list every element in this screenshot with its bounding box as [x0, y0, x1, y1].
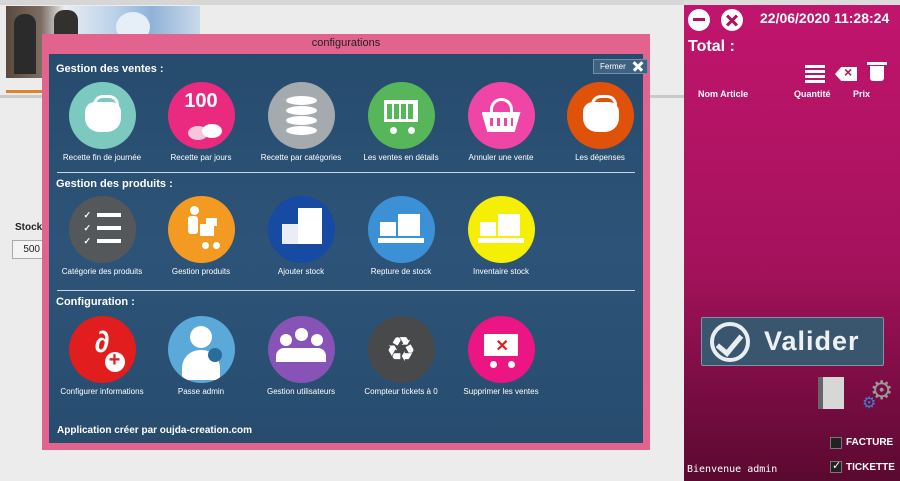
- tile-inventaire-stock[interactable]: Inventaire stock: [441, 196, 561, 276]
- section-title-produits: Gestion des produits :: [56, 178, 173, 190]
- configurations-dialog: configurations Fermer Gestion des ventes…: [42, 34, 650, 450]
- dialog-title: configurations: [311, 37, 381, 49]
- column-header-quantity: Quantité: [794, 89, 831, 99]
- notebook-icon[interactable]: [818, 377, 844, 409]
- stock-label: Stock: [15, 222, 43, 233]
- valider-label: Valider: [764, 326, 860, 356]
- datetime-display: 22/06/2020 11:28:24: [760, 10, 890, 26]
- trash-icon[interactable]: [867, 61, 887, 81]
- active-tab-indicator: [6, 90, 42, 93]
- column-header-name: Nom Article: [698, 89, 749, 99]
- money-icon: 100: [184, 90, 218, 112]
- footer-credit: Application créer par oujda-creation.com: [57, 425, 253, 436]
- section-divider: [57, 172, 635, 173]
- users-key-icon: [267, 316, 335, 383]
- boxes-icon: [267, 196, 335, 263]
- close-x-icon: [632, 61, 643, 72]
- dialog-body: Fermer Gestion des ventes : Recette fin …: [49, 54, 648, 443]
- pallet-icon: [467, 196, 535, 263]
- close-icon[interactable]: [721, 9, 743, 31]
- cart-delete-icon: ✕: [467, 316, 535, 383]
- basket-icon: [467, 82, 535, 149]
- minimize-icon[interactable]: [688, 9, 710, 31]
- small-gear-icon: ⚙: [862, 395, 877, 412]
- purse-icon: [84, 95, 121, 132]
- fermer-label: Fermer: [600, 62, 626, 71]
- section-title-configuration: Configuration :: [56, 296, 135, 308]
- backspace-icon[interactable]: [835, 67, 857, 81]
- list-icon[interactable]: [805, 65, 825, 83]
- hand-truck-icon: [167, 196, 235, 263]
- cart-icon: [367, 82, 435, 149]
- welcome-text: Bienvenue admin: [687, 464, 778, 475]
- database-icon: [267, 82, 335, 149]
- valider-button[interactable]: Valider: [701, 317, 884, 366]
- user-key-icon: [167, 316, 235, 383]
- fermer-button[interactable]: Fermer: [593, 59, 648, 74]
- checklist-icon: ✓ ✓ ✓: [68, 196, 136, 263]
- purse-icon: [582, 95, 619, 132]
- tile-supprimer-ventes[interactable]: ✕ Supprimer les ventes: [441, 316, 561, 396]
- facture-label: FACTURE: [846, 437, 894, 448]
- top-strip: [0, 0, 684, 5]
- column-header-price: Prix: [853, 89, 871, 99]
- section-divider: [57, 290, 635, 291]
- section-title-ventes: Gestion des ventes :: [56, 63, 164, 75]
- paperclip-add-icon: ∂ +: [68, 316, 136, 383]
- pos-side-panel: 22/06/2020 11:28:24 Total : Nom Article …: [684, 5, 900, 481]
- recycle-icon: ♻: [385, 331, 417, 369]
- tile-les-depenses[interactable]: Les dépenses: [540, 82, 660, 162]
- check-circle-icon: [710, 321, 750, 362]
- stock-value-field[interactable]: 500: [12, 240, 44, 259]
- tickette-label: TICKETTE: [846, 462, 895, 473]
- pallet-icon: [367, 196, 435, 263]
- tickette-checkbox[interactable]: [830, 459, 842, 473]
- total-label: Total :: [688, 38, 735, 55]
- facture-checkbox[interactable]: [830, 437, 842, 449]
